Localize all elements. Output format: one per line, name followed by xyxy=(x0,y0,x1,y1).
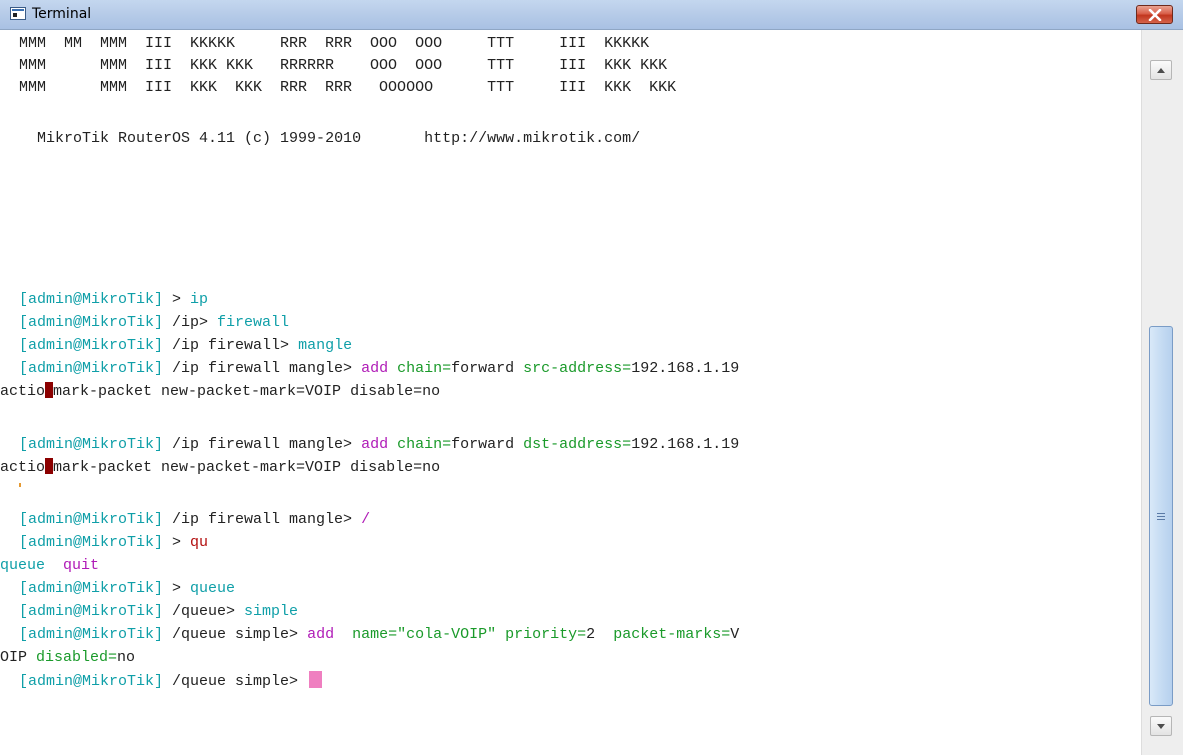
prompt-user: [admin@MikroTik] xyxy=(19,626,164,643)
version-line: MikroTik RouterOS 4.11 (c) 1999-2010 htt… xyxy=(19,129,640,149)
prompt-user: [admin@MikroTik] xyxy=(19,580,164,597)
prompt-path: /queue> xyxy=(163,603,245,620)
wrapped-text: mark-packet new-packet-mark=VOIP disable… xyxy=(53,459,441,476)
scroll-grip-icon xyxy=(1157,513,1165,520)
version-text: MikroTik RouterOS 4.11 (c) 1999-2010 xyxy=(37,130,362,147)
window-title: Terminal xyxy=(32,6,92,22)
arg-value: forward xyxy=(451,436,515,453)
close-button[interactable] xyxy=(1136,5,1173,24)
text-cursor xyxy=(309,671,323,688)
command-verb: add xyxy=(361,360,389,377)
arrow-up-icon xyxy=(1157,67,1165,73)
prompt-user: [admin@MikroTik] xyxy=(19,511,164,528)
stray-mark xyxy=(19,483,21,487)
command-text: simple xyxy=(244,603,299,620)
arg-key: src-address= xyxy=(523,360,632,377)
prompt-user: [admin@MikroTik] xyxy=(19,360,164,377)
prompt-user: [admin@MikroTik] xyxy=(19,673,164,690)
prompt-user: [admin@MikroTik] xyxy=(19,436,164,453)
prompt-user: [admin@MikroTik] xyxy=(19,337,164,354)
session-line-continued: OIP disabled=no xyxy=(0,648,135,668)
arg-value: "cola-VOIP" xyxy=(397,626,497,643)
command-text: mangle xyxy=(298,337,353,354)
command-verb: add xyxy=(307,626,335,643)
wrapped-text: mark-packet new-packet-mark=VOIP disable… xyxy=(53,383,441,400)
arg-value: forward xyxy=(451,360,515,377)
prompt-path: /ip firewall mangle> xyxy=(163,436,362,453)
prompt-path: /ip firewall mangle> xyxy=(163,511,362,528)
prompt-path: /ip firewall mangle> xyxy=(163,360,362,377)
completion-option: queue xyxy=(0,557,46,574)
command-text: / xyxy=(361,511,371,528)
wrapped-text: actio xyxy=(0,459,46,476)
session-line: [admin@MikroTik] > qu xyxy=(19,533,208,553)
banner-line-3: MMM MMM III KKK KKK RRR RRR OOOOOO TTT I… xyxy=(19,79,677,96)
session-line: [admin@MikroTik] /ip firewall mangle> ad… xyxy=(19,435,739,455)
arrow-down-icon xyxy=(1157,723,1165,729)
session-line: [admin@MikroTik] /ip firewall> mangle xyxy=(19,336,352,356)
arg-value: 192.168.1.19 xyxy=(631,360,740,377)
homepage-url: http://www.mikrotik.com/ xyxy=(424,130,641,147)
error-caret xyxy=(45,382,54,398)
arg-value: no xyxy=(117,649,136,666)
session-line-continued: actio mark-packet new-packet-mark=VOIP di… xyxy=(0,382,440,402)
prompt-user: [admin@MikroTik] xyxy=(19,603,164,620)
completion-option: quit xyxy=(63,557,100,574)
session-line: [admin@MikroTik] /ip firewall mangle> / xyxy=(19,510,370,530)
arg-key: priority= xyxy=(505,626,587,643)
wrapped-text: OIP xyxy=(0,649,28,666)
vertical-scrollbar[interactable] xyxy=(1141,30,1183,755)
prompt-path: > xyxy=(163,534,191,551)
session-line-continued: actio mark-packet new-packet-mark=VOIP di… xyxy=(0,458,440,478)
prompt-path: /ip firewall> xyxy=(163,337,299,354)
prompt-user: [admin@MikroTik] xyxy=(19,314,164,331)
banner-line-1: MMM MM MMM III KKKKK RRR RRR OOO OOO TTT… xyxy=(19,35,650,52)
banner-line-2: MMM MMM III KKK KKK RRRRRR OOO OOO TTT I… xyxy=(19,57,668,74)
close-x-icon xyxy=(1148,8,1161,21)
command-verb: add xyxy=(361,436,389,453)
arg-key: dst-address= xyxy=(523,436,632,453)
arg-key: chain= xyxy=(397,360,452,377)
scroll-down-button[interactable] xyxy=(1150,716,1172,736)
scroll-thumb[interactable] xyxy=(1149,326,1173,706)
window-titlebar[interactable]: Terminal xyxy=(0,0,1183,30)
prompt-path: /queue simple> xyxy=(163,673,308,690)
scroll-up-button[interactable] xyxy=(1150,60,1172,80)
terminal-window-icon xyxy=(10,7,26,20)
completion-line: queue quit xyxy=(0,556,99,576)
arg-value: V xyxy=(730,626,740,643)
session-line: [admin@MikroTik] /queue simple> add name… xyxy=(19,625,739,645)
session-line: [admin@MikroTik] /ip firewall mangle> ad… xyxy=(19,359,739,379)
current-prompt-line[interactable]: [admin@MikroTik] /queue simple> xyxy=(19,671,323,691)
command-text: ip xyxy=(190,291,209,308)
prompt-user: [admin@MikroTik] xyxy=(19,291,164,308)
error-caret xyxy=(45,458,54,474)
session-line: [admin@MikroTik] > ip xyxy=(19,290,208,310)
prompt-user: [admin@MikroTik] xyxy=(19,534,164,551)
wrapped-text: actio xyxy=(0,383,46,400)
command-text: queue xyxy=(190,580,236,597)
terminal-output[interactable]: MMM MM MMM III KKKKK RRR RRR OOO OOO TTT… xyxy=(0,30,1141,755)
arg-key: name= xyxy=(352,626,398,643)
prompt-path: /ip> xyxy=(163,314,218,331)
arg-value: 192.168.1.19 xyxy=(631,436,740,453)
command-text: qu xyxy=(190,534,209,551)
session-line: [admin@MikroTik] /ip> firewall xyxy=(19,313,289,333)
prompt-path: > xyxy=(163,580,191,597)
prompt-path: > xyxy=(163,291,191,308)
session-line: [admin@MikroTik] > queue xyxy=(19,579,235,599)
session-line: [admin@MikroTik] /queue> simple xyxy=(19,602,298,622)
arg-key: disabled= xyxy=(36,649,118,666)
command-text: firewall xyxy=(217,314,290,331)
arg-key: packet-marks= xyxy=(613,626,731,643)
arg-value: 2 xyxy=(586,626,596,643)
arg-key: chain= xyxy=(397,436,452,453)
prompt-path: /queue simple> xyxy=(163,626,308,643)
